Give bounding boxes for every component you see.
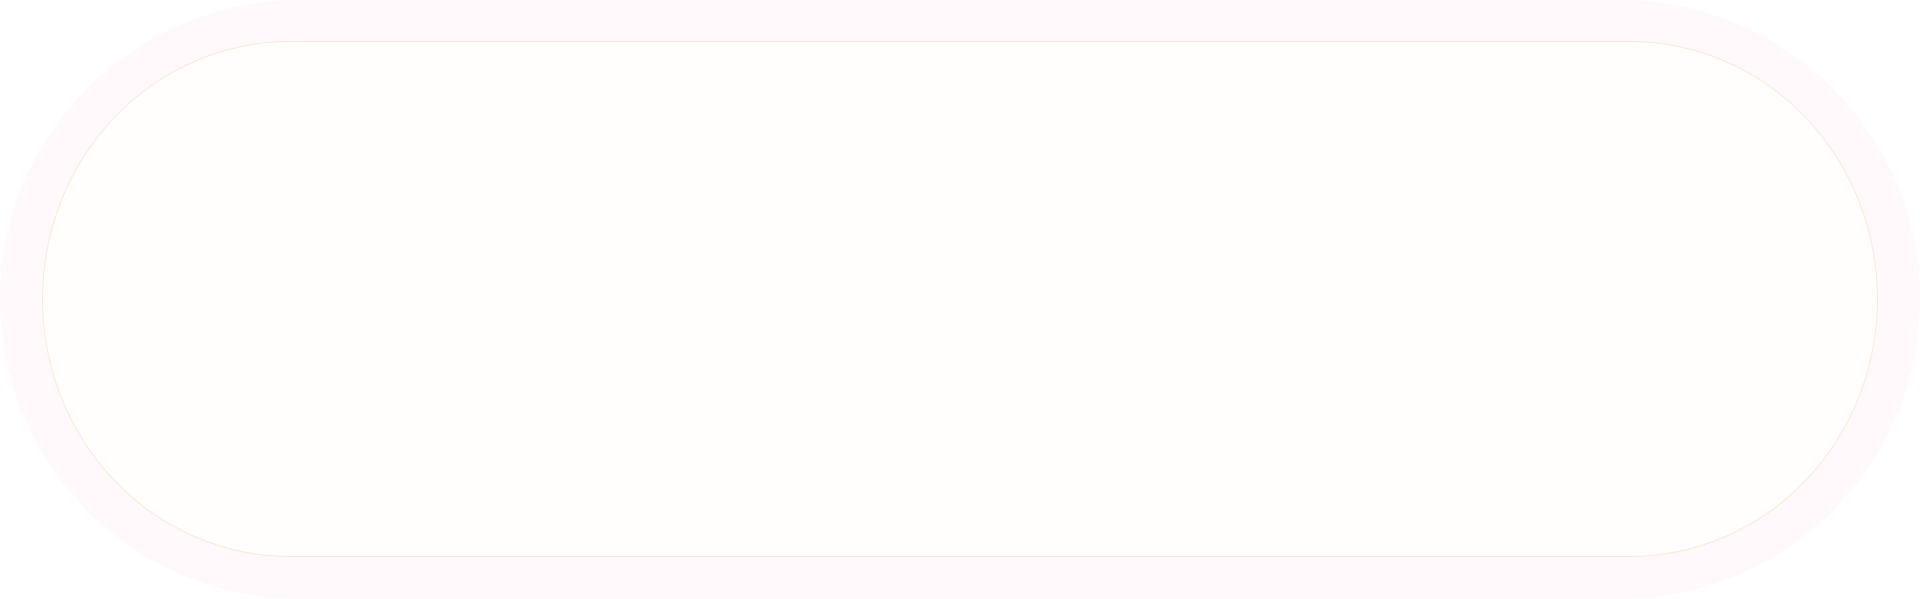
pill-button-face[interactable] <box>42 41 1878 557</box>
pill-button-label <box>43 42 1877 556</box>
pill-button-frame[interactable] <box>0 0 1920 599</box>
